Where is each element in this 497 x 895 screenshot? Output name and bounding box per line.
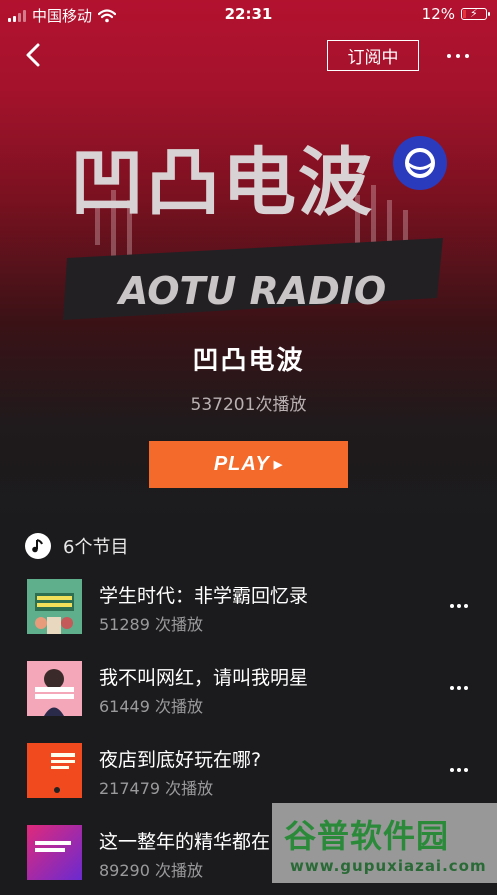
dot (456, 54, 460, 58)
mic-badge-icon (393, 136, 447, 190)
episode-thumbnail (27, 579, 82, 634)
play-triangle-icon: ▶ (273, 459, 284, 471)
episode-more-button[interactable] (450, 601, 474, 611)
episode-more-button[interactable] (450, 683, 474, 693)
episode-play-count: 89290 次播放 (99, 861, 203, 880)
battery-icon: ⚡ (461, 7, 490, 20)
episode-title: 夜店到底好玩在哪? (99, 749, 262, 771)
episode-thumbnail (27, 661, 82, 716)
play-label: PLAY (213, 453, 270, 475)
watermark-url: www.gupuxiazai.com (290, 857, 487, 875)
chevron-left-icon (26, 43, 40, 67)
list-item[interactable]: 学生时代：非学霸回忆录 51289 次播放 (0, 579, 497, 649)
status-bar: 中国移动 22:31 12% ⚡ (0, 0, 497, 28)
episode-play-count: 61449 次播放 (99, 697, 203, 716)
cover-english-logo: AOTU RADIO (116, 269, 386, 313)
dot (465, 54, 469, 58)
cover-chinese-logo: 凹凸电波 (70, 140, 374, 226)
watermark: 谷普软件园 www.gupuxiazai.com (272, 803, 497, 883)
list-item[interactable]: 我不叫网红，请叫我明星 61449 次播放 (0, 661, 497, 731)
cover-art: 凹凸电波 AOTU RADIO (63, 136, 447, 320)
charging-bolt-icon: ⚡ (470, 7, 478, 20)
episode-play-count: 51289 次播放 (99, 615, 203, 634)
more-options-button[interactable] (440, 45, 476, 67)
episode-play-count: 217479 次播放 (99, 779, 214, 798)
episode-title: 这一整年的精华都在 (99, 831, 271, 853)
album-title: 凹凸电波 (192, 346, 305, 376)
status-right: 12% ⚡ (421, 5, 490, 23)
subscribe-button[interactable]: 订阅中 (327, 40, 419, 71)
music-note-icon (25, 533, 51, 559)
episode-title: 学生时代：非学霸回忆录 (99, 585, 309, 607)
episode-count: 6个节目 (63, 537, 129, 558)
episode-thumbnail (27, 825, 82, 880)
episode-title: 我不叫网红，请叫我明星 (99, 667, 309, 689)
play-button[interactable]: PLAY ▶ (149, 441, 348, 488)
back-button[interactable] (20, 40, 50, 70)
episode-more-button[interactable] (450, 765, 474, 775)
watermark-logo: 谷普软件园 (284, 817, 450, 855)
battery-percent: 12% (421, 5, 455, 23)
album-play-count: 537201次播放 (190, 395, 307, 415)
episodes-header: 6个节目 (25, 533, 128, 559)
dot (447, 54, 451, 58)
episode-thumbnail (27, 743, 82, 798)
battery-fill (463, 10, 466, 18)
